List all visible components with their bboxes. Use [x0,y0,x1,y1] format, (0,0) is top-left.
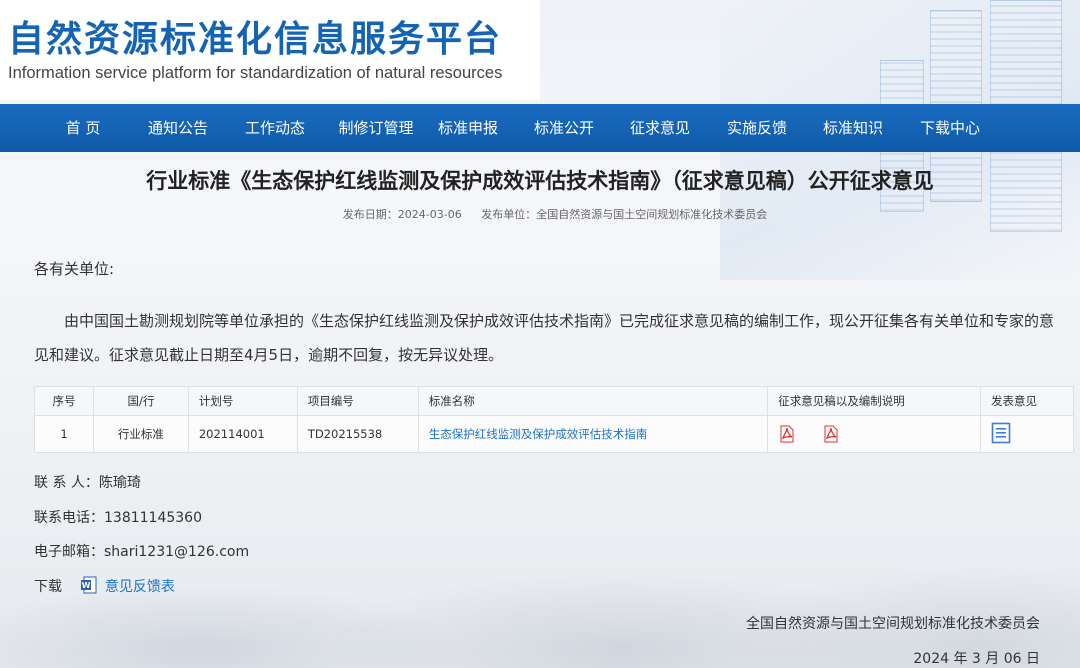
standard-name-link[interactable]: 生态保护红线监测及保护成效评估技术指南 [429,427,648,441]
nav-download-center[interactable]: 下载中心 [912,104,988,152]
nav-standard-knowledge[interactable]: 标准知识 [815,104,891,152]
svg-text:W: W [82,581,91,590]
table-row: 1 行业标准 202114001 TD20215538 生态保护红线监测及保护成… [34,415,1074,453]
contact-person: 联 系 人：陈瑜琦 [34,475,141,491]
feedback-form-link[interactable]: 意见反馈表 [105,579,175,595]
article-title: 行业标准《生态保护红线监测及保护成效评估技术指南》（征求意见稿）公开征求意见 [146,169,934,193]
comment-form-icon[interactable] [991,422,1011,447]
signature-date: 2024 年 3 月 06 日 [913,651,1040,667]
salutation: 各有关单位: [34,260,115,278]
cell-index: 1 [34,415,94,453]
cell-submit-comment [980,415,1074,453]
main-nav: 首 页 通知公告 工作动态 制修订管理 标准申报 标准公开 征求意见 实施反馈 … [0,104,1080,152]
col-standard-name: 标准名称 [417,386,769,416]
download-label: 下载 [34,579,62,595]
site-title-en: Information service platform for standar… [8,64,503,82]
nav-work-news[interactable]: 工作动态 [237,104,313,152]
publish-date: 发布日期：2024-03-06 [342,208,462,221]
col-submit-comment: 发表意见 [980,386,1074,416]
pdf-icon[interactable] [822,425,838,443]
pdf-icon[interactable] [778,425,794,443]
article-body: 由中国国土勘测规划院等单位承担的《生态保护红线监测及保护成效评估技术指南》已完成… [34,312,1055,364]
col-level: 国/行 [92,386,189,416]
site-title-cn: 自然资源标准化信息服务平台 [8,19,503,60]
download-row: 下载 W 意见反馈表 [34,576,175,598]
table-header-row: 序号 国/行 计划号 项目编号 标准名称 征求意见稿以及编制说明 发表意见 [34,386,1074,416]
cell-plan-no: 202114001 [187,415,298,453]
col-draft-docs: 征求意见稿以及编制说明 [767,386,982,416]
signature-org: 全国自然资源与国土空间规划标准化技术委员会 [746,616,1040,632]
col-plan-no: 计划号 [187,386,298,416]
publisher: 发布单位：全国自然资源与国土空间规划标准化技术委员会 [481,208,768,221]
cell-standard-name: 生态保护红线监测及保护成效评估技术指南 [417,415,769,453]
cell-level: 行业标准 [92,415,189,453]
col-index: 序号 [34,386,94,416]
cell-draft-docs [767,415,982,453]
nav-implementation-feedback[interactable]: 实施反馈 [719,104,795,152]
nav-standard-publication[interactable]: 标准公开 [526,104,602,152]
nav-revision-management[interactable]: 制修订管理 [331,104,421,152]
contact-email: 电子邮箱：shari1231@126.com [34,544,250,560]
nav-notices[interactable]: 通知公告 [140,104,216,152]
article-meta: 发布日期：2024-03-06 发布单位：全国自然资源与国土空间规划标准化技术委… [0,206,1080,222]
col-project-no: 项目编号 [296,386,419,416]
site-logo[interactable]: 自然资源标准化信息服务平台 Information service platfo… [0,0,540,100]
nav-call-for-comments[interactable]: 征求意见 [622,104,698,152]
contact-phone: 联系电话：13811145360 [34,510,202,526]
cell-project-no: TD20215538 [296,415,419,453]
nav-standard-application[interactable]: 标准申报 [430,104,506,152]
word-doc-icon[interactable]: W [80,576,98,598]
nav-home[interactable]: 首 页 [50,104,116,152]
standards-table: 序号 国/行 计划号 项目编号 标准名称 征求意见稿以及编制说明 发表意见 1 … [34,386,1074,453]
